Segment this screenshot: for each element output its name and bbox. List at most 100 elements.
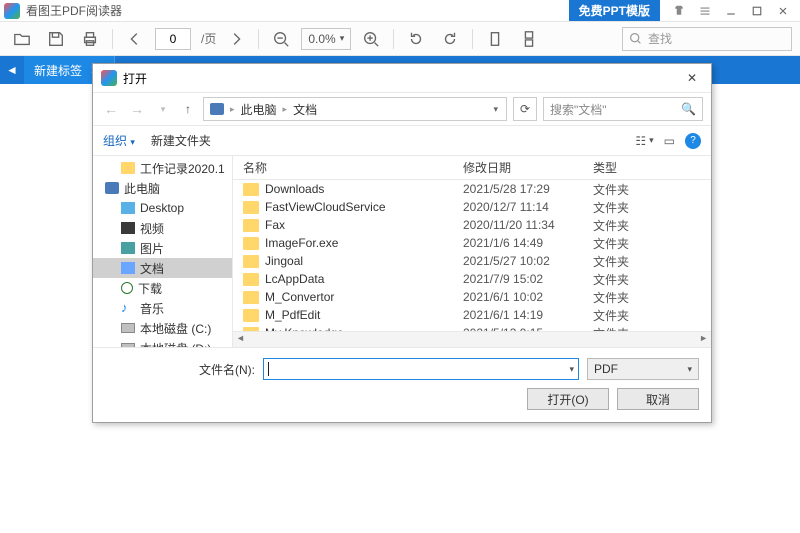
nav-forward-icon[interactable]: → (127, 101, 147, 117)
file-type: 文件夹 (593, 289, 629, 306)
continuous-page-icon[interactable] (515, 26, 543, 52)
tree-item[interactable]: 本地磁盘 (C:) (93, 318, 232, 338)
tree-item-label: 此电脑 (124, 180, 160, 197)
zoom-select[interactable]: 0.0%▾ (301, 28, 351, 50)
col-type[interactable]: 类型 (593, 159, 711, 176)
refresh-icon[interactable]: ⟳ (513, 97, 537, 121)
tree-item[interactable]: 工作记录2020.1 (93, 158, 232, 178)
dialog-close-icon[interactable]: ✕ (681, 67, 703, 89)
file-date: 2020/12/7 11:14 (463, 200, 593, 214)
file-name: Jingoal (265, 254, 463, 268)
tree-item[interactable]: ♪ 音乐 (93, 298, 232, 318)
file-row[interactable]: LcAppData2021/7/9 15:02文件夹 (233, 270, 711, 288)
tree-item-label: Desktop (140, 201, 184, 215)
close-icon[interactable] (770, 1, 796, 21)
file-row[interactable]: Jingoal2021/5/27 10:02文件夹 (233, 252, 711, 270)
filetype-select[interactable]: PDF▾ (587, 358, 699, 380)
preview-pane-icon[interactable]: ▭ (664, 134, 675, 148)
tab-list-icon[interactable]: ◄ (0, 56, 24, 84)
page-label: /页 (201, 30, 216, 47)
file-row[interactable]: Fax2020/11/20 11:34文件夹 (233, 216, 711, 234)
folder-icon (243, 237, 259, 250)
col-date[interactable]: 修改日期 (463, 159, 593, 176)
tree-item[interactable]: Desktop (93, 198, 232, 218)
open-button[interactable]: 打开(O) (527, 388, 609, 410)
dialog-toolbar: 组织 ▾ 新建文件夹 ☷ ▾ ▭ ? (93, 126, 711, 156)
tree-item[interactable]: 下载 (93, 278, 232, 298)
filename-input[interactable]: ▾ (263, 358, 579, 380)
dialog-titlebar: 打开 ✕ (93, 64, 711, 92)
dialog-nav: ← → ▾ ↑ ▸ 此电脑 ▸ 文档 ▾ ⟳ 搜索"文档" 🔍 (93, 92, 711, 126)
skin-icon[interactable] (666, 1, 692, 21)
view-mode-icon[interactable]: ☷ ▾ (635, 134, 653, 148)
tree-item-label: 视频 (140, 220, 164, 237)
maximize-icon[interactable] (744, 1, 770, 21)
nav-history-icon[interactable]: ▾ (153, 104, 173, 115)
search-icon: 🔍 (681, 102, 696, 116)
new-folder-button[interactable]: 新建文件夹 (151, 132, 211, 149)
dl-icon (121, 282, 133, 294)
zoom-in-icon[interactable] (357, 26, 385, 52)
prev-page-icon[interactable] (121, 26, 149, 52)
help-icon[interactable]: ? (685, 133, 701, 149)
dialog-search-input[interactable]: 搜索"文档" 🔍 (543, 97, 703, 121)
folder-icon (243, 309, 259, 322)
tree-item-label: 音乐 (140, 300, 164, 317)
file-row[interactable]: My Knowledge2021/5/13 9:15文件夹 (233, 324, 711, 331)
file-date: 2020/11/20 11:34 (463, 218, 593, 232)
folder-tree[interactable]: 工作记录2020.1 此电脑 Desktop 视频图片文档下载 ♪ 音乐本地磁盘 (C:)… (93, 156, 233, 347)
cancel-button[interactable]: 取消 (617, 388, 699, 410)
rotate-right-icon[interactable] (436, 26, 464, 52)
folder-icon (243, 183, 259, 196)
horizontal-scrollbar[interactable] (233, 331, 711, 347)
breadcrumb-root[interactable]: 此电脑 (241, 101, 277, 118)
tree-item[interactable]: 本地磁盘 (D:) (93, 338, 232, 347)
img-icon (121, 242, 135, 254)
tree-item[interactable]: 此电脑 (93, 178, 232, 198)
file-list: 名称 修改日期 类型 Downloads2021/5/28 17:29文件夹Fa… (233, 156, 711, 347)
breadcrumb-folder[interactable]: 文档 (293, 101, 317, 118)
col-name[interactable]: 名称 (243, 159, 463, 176)
folder-icon (243, 291, 259, 304)
organize-menu[interactable]: 组织 ▾ (103, 132, 135, 149)
file-row[interactable]: FastViewCloudService2020/12/7 11:14文件夹 (233, 198, 711, 216)
rotate-left-icon[interactable] (402, 26, 430, 52)
save-icon[interactable] (42, 26, 70, 52)
tree-item[interactable]: 视频 (93, 218, 232, 238)
file-type: 文件夹 (593, 253, 629, 270)
nav-back-icon[interactable]: ← (101, 101, 121, 117)
file-list-header[interactable]: 名称 修改日期 类型 (233, 156, 711, 180)
breadcrumb[interactable]: ▸ 此电脑 ▸ 文档 ▾ (203, 97, 507, 121)
mus-icon: ♪ (121, 302, 135, 314)
print-icon[interactable] (76, 26, 104, 52)
file-type: 文件夹 (593, 271, 629, 288)
file-row[interactable]: Downloads2021/5/28 17:29文件夹 (233, 180, 711, 198)
nav-up-icon[interactable]: ↑ (179, 102, 197, 116)
file-type: 文件夹 (593, 307, 629, 324)
file-type: 文件夹 (593, 181, 629, 198)
ppt-banner[interactable]: 免费PPT模版 (569, 0, 660, 21)
tree-item[interactable]: 文档 (93, 258, 232, 278)
tree-item[interactable]: 图片 (93, 238, 232, 258)
minimize-icon[interactable] (718, 1, 744, 21)
next-page-icon[interactable] (222, 26, 250, 52)
filename-label: 文件名(N): (105, 361, 255, 378)
single-page-icon[interactable] (481, 26, 509, 52)
search-icon (629, 32, 642, 45)
search-input[interactable]: 查找 (622, 27, 792, 51)
titlebar: 看图王PDF阅读器 免费PPT模版 (0, 0, 800, 22)
file-name: LcAppData (265, 272, 463, 286)
doc-icon (121, 262, 135, 274)
tree-item-label: 本地磁盘 (C:) (140, 320, 211, 337)
pc-icon (210, 103, 224, 115)
file-row[interactable]: ImageFor.exe2021/1/6 14:49文件夹 (233, 234, 711, 252)
open-file-icon[interactable] (8, 26, 36, 52)
file-row[interactable]: M_PdfEdit2021/6/1 14:19文件夹 (233, 306, 711, 324)
file-row[interactable]: M_Convertor2021/6/1 10:02文件夹 (233, 288, 711, 306)
file-date: 2021/1/6 14:49 (463, 236, 593, 250)
page-number-input[interactable] (155, 28, 191, 50)
menu-icon[interactable] (692, 1, 718, 21)
file-name: M_PdfEdit (265, 308, 463, 322)
breadcrumb-drop-icon[interactable]: ▾ (493, 104, 500, 115)
zoom-out-icon[interactable] (267, 26, 295, 52)
